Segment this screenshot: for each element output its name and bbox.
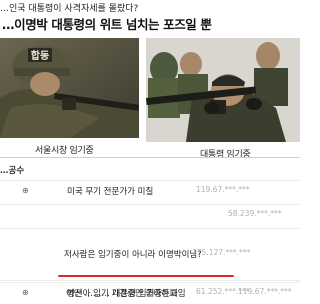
row-divider	[0, 282, 300, 283]
row-divider	[0, 280, 300, 281]
comment-text: 저사람은 임기중이 아니라 이명박이님?	[64, 250, 202, 260]
post-title: …인국 대통령이 사격자세를 몰랐다? …이명박 대통령의 위트 넘치는 포즈일…	[0, 0, 300, 36]
comment-ip: 58.239.***.***	[228, 209, 282, 218]
caption-left: 서울시장 임기중	[35, 146, 94, 156]
red-underline	[58, 275, 234, 277]
photo-president	[146, 38, 300, 142]
row-divider	[0, 180, 300, 181]
comment-ip: 119.67.***.***	[238, 287, 292, 296]
reply-icon: ⊕	[22, 186, 29, 195]
comment-ip: 175.127.***.***	[192, 248, 251, 257]
comment-row[interactable]: 58.239.***.***	[0, 206, 300, 226]
comment-row[interactable]: ⊕ 미국 무기 전문가가 미칠 119.67.***.***	[0, 182, 300, 202]
comment-text: 미국 무기 전문가가 미칠	[67, 187, 154, 197]
helmet-label: 합동	[31, 49, 49, 62]
soldier-photo-left: 합동	[0, 38, 139, 138]
comments-panel: …공수 ⊕ 미국 무기 전문가가 미칠 119.67.***.*** 58.23…	[0, 158, 300, 300]
title-question: …인국 대통령이 사격자세를 몰랐다?	[0, 4, 139, 14]
photo-seoul-mayor: 합동	[0, 38, 139, 138]
title-headline: …이명박 대통령의 위트 넘치는 포즈일 뿐	[2, 17, 212, 32]
soldier-photo-right	[146, 38, 300, 142]
row-divider	[0, 228, 300, 229]
comment-ip: 119.67.***.***	[196, 185, 250, 194]
comment-text: 이딴 ……… 대통령 임기중든때임	[66, 289, 186, 299]
comment-row[interactable]: 이딴 ……… 대통령 임기중든때임 119.67.***.***	[0, 284, 300, 304]
row-divider	[0, 204, 300, 205]
comments-header: …공수	[0, 166, 25, 176]
